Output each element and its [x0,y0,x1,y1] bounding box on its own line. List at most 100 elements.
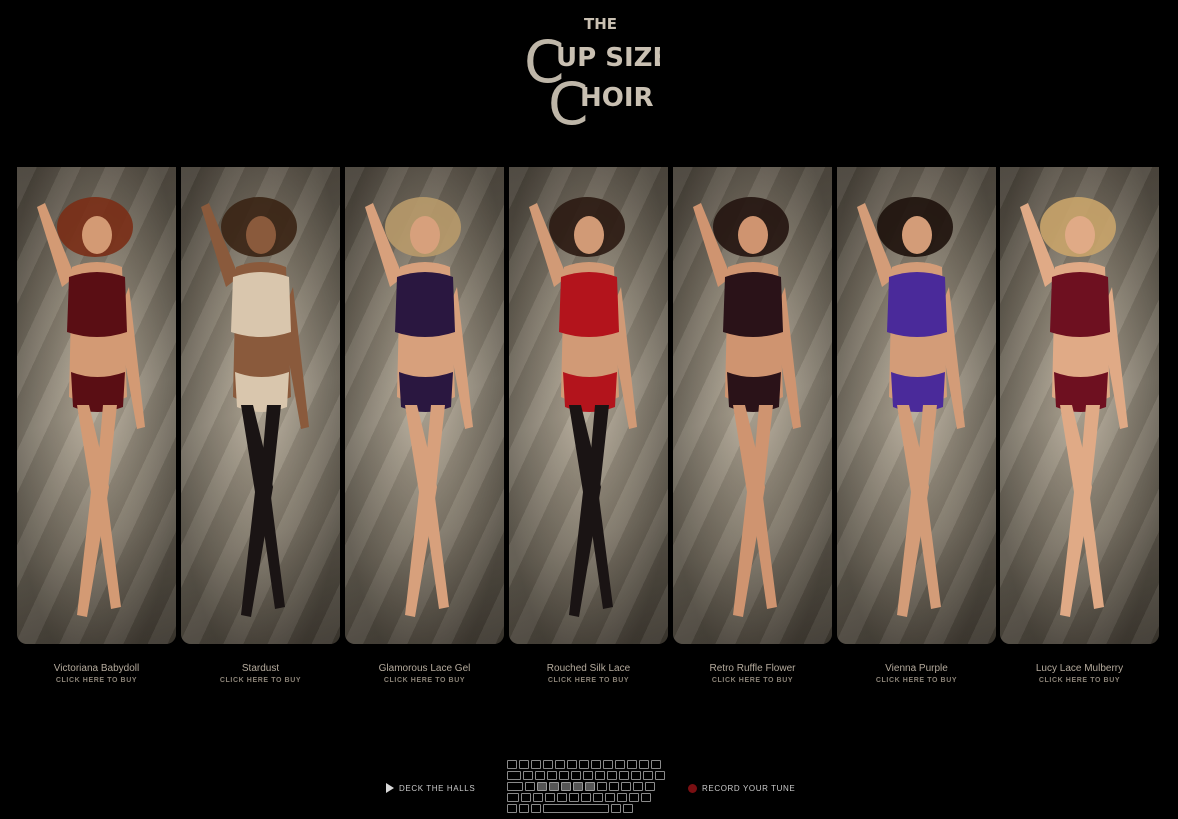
keyboard-key[interactable] [549,782,559,791]
keyboard-key[interactable] [507,760,517,769]
keyboard-key[interactable] [507,782,523,791]
buy-link[interactable]: CLICK HERE TO BUY [17,675,176,687]
product-panel-vienna-purple[interactable] [837,167,996,644]
logo-up-size: UP SIZE [556,43,660,73]
keyboard-key[interactable] [633,782,643,791]
keyboard-key[interactable] [643,771,653,780]
keyboard-key[interactable] [629,793,639,802]
keyboard-key[interactable] [615,760,625,769]
keyboard-key[interactable] [645,782,655,791]
keyboard-key[interactable] [557,793,567,802]
leg-right [587,405,613,609]
keyboard-row [507,793,669,802]
keyboard-key[interactable] [611,804,621,813]
keyboard-key[interactable] [605,793,615,802]
keyboard-key[interactable] [543,760,553,769]
keyboard-key[interactable] [545,793,555,802]
keyboard-key[interactable] [655,771,665,780]
keyboard-key[interactable] [519,804,529,813]
buy-link[interactable]: CLICK HERE TO BUY [345,675,504,687]
keyboard-key[interactable] [573,782,583,791]
leg-right [259,405,285,609]
keyboard-key[interactable] [507,771,521,780]
model-figure [1020,197,1128,617]
keyboard-key[interactable] [537,782,547,791]
product-name: Glamorous Lace Gel [378,663,471,674]
keyboard-key[interactable] [543,804,609,813]
logo-the: THE [584,15,617,33]
keyboard-key[interactable] [619,771,629,780]
product-name: Lucy Lace Mulberry [1035,663,1124,674]
keyboard-key[interactable] [651,760,661,769]
keyboard-key[interactable] [585,782,595,791]
product-panels [17,167,1159,644]
deck-the-halls-button[interactable]: DECK THE HALLS [386,781,475,795]
record-your-tune-button[interactable]: RECORD YOUR TUNE [688,782,795,794]
keyboard-key[interactable] [591,760,601,769]
keyboard-key[interactable] [639,760,649,769]
model-figure [37,197,145,617]
keyboard-key[interactable] [533,793,543,802]
keyboard-key[interactable] [581,793,591,802]
leg-right [1078,405,1104,609]
keyboard-key[interactable] [531,804,541,813]
product-panel-victoriana-babydoll[interactable] [17,167,176,644]
record-your-tune-label: RECORD YOUR TUNE [702,783,796,793]
buy-link[interactable]: CLICK HERE TO BUY [509,675,668,687]
keyboard-key[interactable] [623,804,633,813]
keyboard-key[interactable] [593,793,603,802]
buy-link[interactable]: CLICK HERE TO BUY [181,675,340,687]
keyboard-key[interactable] [547,771,557,780]
keyboard-key[interactable] [531,760,541,769]
leg-right [751,405,777,609]
keyboard-key[interactable] [507,793,519,802]
top-garment [1050,272,1110,337]
keyboard-key[interactable] [583,771,593,780]
head [738,216,768,254]
model-figure [693,197,801,617]
keyboard-key[interactable] [559,771,569,780]
buy-link[interactable]: CLICK HERE TO BUY [1000,675,1159,687]
leg-right [95,405,121,609]
keyboard-key[interactable] [555,760,565,769]
product-panel-lucy-lace-mulberry[interactable] [1000,167,1159,644]
keyboard-key[interactable] [617,793,627,802]
keyboard-key[interactable] [621,782,631,791]
keyboard-key[interactable] [627,760,637,769]
keyboard-key[interactable] [561,782,571,791]
logo-hoir: HOIR [580,83,654,113]
record-icon [688,783,697,793]
keyboard-key[interactable] [507,804,517,813]
product-panel-stardust[interactable] [181,167,340,644]
product-panel-rouched-silk-lace[interactable] [509,167,668,644]
keyboard-key[interactable] [519,760,529,769]
keyboard-key[interactable] [609,782,619,791]
keyboard-key[interactable] [523,771,533,780]
head [410,216,440,254]
keyboard-key[interactable] [603,760,613,769]
keyboard-key[interactable] [607,771,617,780]
keyboard-key[interactable] [535,771,545,780]
cup-size-choir-logo: THE C UP SIZE C HOIR [520,10,660,130]
head [1065,216,1095,254]
keyboard-key[interactable] [597,782,607,791]
keyboard-key[interactable] [571,771,581,780]
keyboard-row [507,771,669,780]
keyboard-key[interactable] [525,782,535,791]
keyboard-row [507,804,669,813]
leg-right [423,405,449,609]
product-panel-retro-ruffle-flower[interactable] [673,167,832,644]
buy-link[interactable]: CLICK HERE TO BUY [673,675,832,687]
logo-graphic: THE C UP SIZE C HOIR [524,15,660,130]
keyboard-key[interactable] [579,760,589,769]
product-panel-glamorous-lace-gel[interactable] [345,167,504,644]
keyboard-key[interactable] [595,771,605,780]
buy-link[interactable]: CLICK HERE TO BUY [837,675,996,687]
top-garment [395,272,455,337]
head [82,216,112,254]
keyboard-key[interactable] [631,771,641,780]
keyboard-key[interactable] [569,793,579,802]
keyboard-key[interactable] [641,793,651,802]
keyboard-key[interactable] [521,793,531,802]
keyboard-key[interactable] [567,760,577,769]
